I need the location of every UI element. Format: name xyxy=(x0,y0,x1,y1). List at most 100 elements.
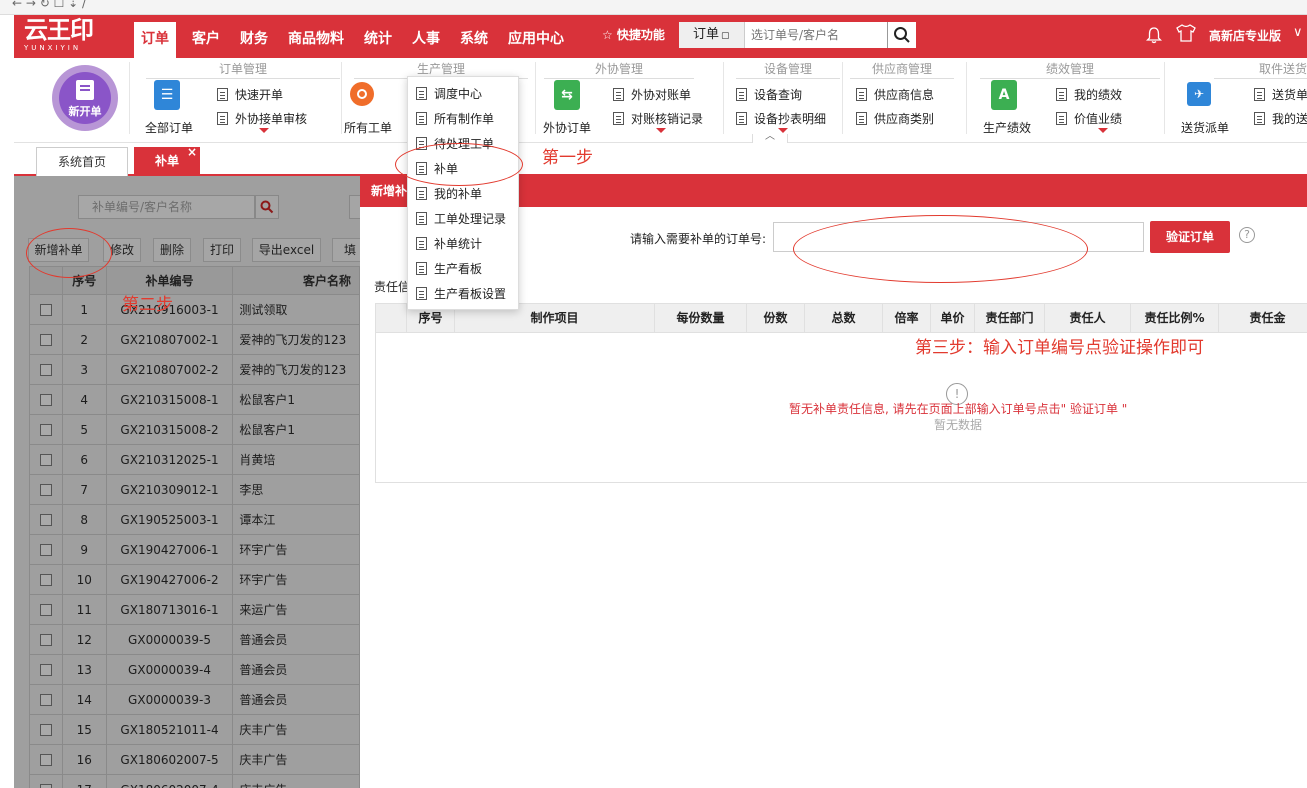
row-checkbox[interactable] xyxy=(39,544,52,556)
row-seq: 13 xyxy=(61,654,107,685)
equipment-query-link[interactable]: 设备查询 xyxy=(736,86,802,103)
all-orders-button[interactable]: 全部订单 xyxy=(145,119,193,136)
my-perf-link[interactable]: 我的绩效 xyxy=(1056,86,1122,103)
row-checkbox[interactable] xyxy=(39,694,52,706)
my-send-link[interactable]: 我的送 xyxy=(1254,110,1307,127)
table-row[interactable]: 5 GX210315008-2 松鼠客户1 xyxy=(29,414,360,445)
row-checkbox[interactable] xyxy=(39,574,52,586)
nav-stats[interactable]: 统计 xyxy=(364,28,392,48)
row-checkbox[interactable] xyxy=(39,514,52,526)
row-select-cell xyxy=(29,414,63,445)
table-row[interactable]: 8 GX190525003-1 谭本江 xyxy=(29,504,360,535)
menu-my-supplement[interactable]: 我的补单 xyxy=(416,183,482,203)
row-checkbox[interactable] xyxy=(39,754,52,766)
menu-supplement-stats[interactable]: 补单统计 xyxy=(416,233,482,253)
close-icon[interactable]: × xyxy=(187,138,197,167)
group-equipment-mgmt: 设备管理 xyxy=(736,60,840,79)
quick-order-link[interactable]: 快速开单 xyxy=(217,86,283,103)
expand-triangle-icon[interactable] xyxy=(259,128,269,133)
delete-button[interactable]: 删除 xyxy=(153,238,191,262)
table-row[interactable]: 6 GX210312025-1 肖黄培 xyxy=(29,444,360,475)
expand-triangle-icon[interactable] xyxy=(656,128,666,133)
nav-system[interactable]: 系统 xyxy=(460,28,488,48)
delivery-button[interactable]: 送货派单 xyxy=(1181,119,1229,136)
row-checkbox[interactable] xyxy=(39,334,52,346)
table-row[interactable]: 12 GX0000039-5 普通会员 xyxy=(29,624,360,655)
table-row[interactable]: 13 GX0000039-4 普通会员 xyxy=(29,654,360,685)
outsource-order-icon: ⇆ xyxy=(554,80,580,110)
row-checkbox[interactable] xyxy=(39,664,52,676)
bell-icon[interactable] xyxy=(1145,26,1163,48)
fill-button[interactable]: 填 xyxy=(332,238,360,262)
value-perf-link[interactable]: 价值业绩 xyxy=(1056,110,1122,127)
tab-home[interactable]: 系统首页 xyxy=(36,147,128,176)
table-row[interactable]: 2 GX210807002-1 爱神的飞刀发的123 xyxy=(29,324,360,355)
table-row[interactable]: 14 GX0000039-3 普通会员 xyxy=(29,684,360,715)
outsource-order-button[interactable]: 外协订单 xyxy=(543,119,591,136)
row-checkbox[interactable] xyxy=(39,304,52,316)
quick-functions-link[interactable]: ☆ 快捷功能 xyxy=(602,26,665,43)
search-type-select[interactable]: 订单 ▢ xyxy=(679,22,745,48)
supplement-search-input[interactable]: 补单编号/客户名称 xyxy=(78,195,255,219)
row-checkbox[interactable] xyxy=(39,724,52,736)
verify-order-button[interactable]: 验证订单 xyxy=(1150,221,1230,253)
table-row[interactable]: 16 GX180602007-5 庆丰广告 xyxy=(29,744,360,775)
export-excel-button[interactable]: 导出excel xyxy=(252,238,321,262)
store-name[interactable]: 高新店专业版 xyxy=(1209,27,1281,44)
menu-dispatch-center[interactable]: 调度中心 xyxy=(416,83,482,103)
tab-supplement[interactable]: 补单 × xyxy=(134,145,200,176)
expand-triangle-icon[interactable] xyxy=(778,128,788,133)
menu-all-production[interactable]: 所有制作单 xyxy=(416,108,494,128)
row-checkbox[interactable] xyxy=(39,784,52,788)
expand-triangle-icon[interactable] xyxy=(1098,128,1108,133)
help-icon[interactable]: ? xyxy=(1239,227,1255,243)
menu-board-settings[interactable]: 生产看板设置 xyxy=(416,283,506,303)
recon-records-link[interactable]: 对账核销记录 xyxy=(613,110,703,127)
supplier-type-link[interactable]: 供应商类别 xyxy=(856,110,934,127)
nav-goods[interactable]: 商品物料 xyxy=(288,28,344,48)
filter-input-edge[interactable] xyxy=(349,195,360,219)
print-button[interactable]: 打印 xyxy=(203,238,241,262)
nav-finance[interactable]: 财务 xyxy=(240,28,268,48)
row-checkbox[interactable] xyxy=(39,394,52,406)
row-checkbox[interactable] xyxy=(39,604,52,616)
doc-icon xyxy=(416,286,427,300)
nav-hr[interactable]: 人事 xyxy=(412,28,440,48)
equipment-detail-link[interactable]: 设备抄表明细 xyxy=(736,110,826,127)
table-row[interactable]: 4 GX210315008-1 松鼠客户1 xyxy=(29,384,360,415)
send-order-link[interactable]: 送货单 xyxy=(1254,86,1307,103)
row-checkbox[interactable] xyxy=(39,424,52,436)
shirt-icon[interactable] xyxy=(1176,24,1196,47)
table-row[interactable]: 9 GX190427006-1 环宇广告 xyxy=(29,534,360,565)
row-checkbox[interactable] xyxy=(39,634,52,646)
table-row[interactable]: 11 GX180713016-1 来运广告 xyxy=(29,594,360,625)
menu-work-records[interactable]: 工单处理记录 xyxy=(416,208,506,228)
nav-app-center[interactable]: 应用中心 xyxy=(508,28,564,48)
row-supplement-no: GX0000039-5 xyxy=(105,624,234,655)
doc-icon xyxy=(736,112,747,125)
table-row[interactable]: 10 GX190427006-2 环宇广告 xyxy=(29,564,360,595)
app-logo[interactable]: 云王印 YUNXIYIN xyxy=(24,17,110,55)
chevron-down-icon[interactable]: ∨ xyxy=(1293,25,1303,40)
search-button[interactable] xyxy=(887,22,916,48)
menu-production-board[interactable]: 生产看板 xyxy=(416,258,482,278)
browser-nav-glyphs[interactable]: ← → ↻ ☐ ⇣ / xyxy=(12,0,86,10)
nav-customer[interactable]: 客户 xyxy=(192,28,220,48)
table-row[interactable]: 15 GX180521011-4 庆丰广告 xyxy=(29,714,360,745)
supplier-info-link[interactable]: 供应商信息 xyxy=(856,86,934,103)
table-row[interactable]: 1 GX210916003-1 测试领取 xyxy=(29,294,360,325)
row-checkbox[interactable] xyxy=(39,484,52,496)
row-checkbox[interactable] xyxy=(39,364,52,376)
search-button[interactable] xyxy=(255,195,279,219)
table-row[interactable]: 17GX180602007-4庆丰广告 xyxy=(29,774,360,788)
search-input[interactable] xyxy=(751,22,883,48)
nav-order[interactable]: 订单 xyxy=(134,22,176,58)
outsource-recon-link[interactable]: 外协对账单 xyxy=(613,86,691,103)
new-order-button[interactable]: 新开单 xyxy=(52,65,118,131)
table-row[interactable]: 7 GX210309012-1 李思 xyxy=(29,474,360,505)
production-perf-button[interactable]: 生产绩效 xyxy=(983,119,1031,136)
table-row[interactable]: 3 GX210807002-2 爱神的飞刀发的123 xyxy=(29,354,360,385)
row-checkbox[interactable] xyxy=(39,454,52,466)
all-work-button[interactable]: 所有工单 xyxy=(344,119,392,136)
outsource-review-link[interactable]: 外协接单审核 xyxy=(217,110,307,127)
